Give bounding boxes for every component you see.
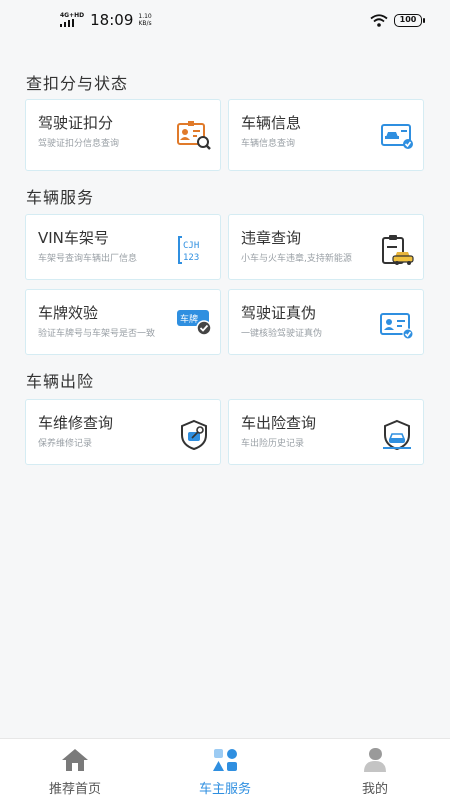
card-violation[interactable]: 违章查询 小车与火车违章,支持新能源 — [228, 214, 424, 280]
user-icon — [364, 748, 386, 772]
card-vehicle-info[interactable]: 车辆信息 车辆信息查询 — [228, 99, 424, 171]
card-plate-check[interactable]: 车牌效验 验证车牌号与车架号是否一致 车牌 — [25, 289, 221, 355]
section-title-points: 查扣分与状态 — [26, 74, 129, 93]
clipboard-car-icon — [382, 235, 414, 265]
id-card-search-icon — [177, 121, 211, 150]
card-claims[interactable]: 车出险查询 车出险历史记录 — [228, 399, 424, 465]
services-icon — [213, 749, 237, 771]
plate-check-icon: 车牌 — [177, 310, 212, 336]
card-license-points[interactable]: 驾驶证扣分 驾驶证扣分信息查询 — [25, 99, 221, 171]
card-title: 车牌效验 — [38, 304, 99, 322]
card-title: 违章查询 — [241, 229, 302, 247]
card-vin[interactable]: VIN车架号 车架号查询车辆出厂信息 CJH 123 — [25, 214, 221, 280]
card-desc: 车辆信息查询 — [241, 139, 296, 149]
bottom-nav: 推荐首页 车主服务 我的 — [0, 738, 450, 800]
card-title: 车维修查询 — [38, 414, 114, 432]
card-desc: 一键核验驾驶证真伪 — [241, 329, 323, 339]
shield-car-icon — [383, 419, 411, 451]
license-verify-icon — [380, 313, 414, 340]
battery-icon: 100 — [394, 13, 425, 27]
nav-label: 推荐首页 — [48, 782, 101, 797]
card-title: 车出险查询 — [241, 414, 317, 432]
section-title-insurance: 车辆出险 — [26, 372, 95, 391]
wifi-icon — [370, 13, 388, 27]
card-desc: 驾驶证扣分信息查询 — [38, 139, 120, 149]
home-icon — [62, 749, 88, 771]
svg-text:123: 123 — [183, 253, 199, 263]
card-title: 驾驶证扣分 — [38, 114, 114, 132]
nav-services[interactable]: 车主服务 — [150, 739, 300, 800]
nav-home[interactable]: 推荐首页 — [0, 739, 150, 800]
card-title: 驾驶证真伪 — [241, 304, 317, 322]
card-desc: 保养维修记录 — [38, 439, 93, 449]
svg-text:CJH: CJH — [183, 241, 199, 251]
card-license-auth[interactable]: 驾驶证真伪 一键核验驾驶证真伪 — [228, 289, 424, 355]
card-title: VIN车架号 — [38, 229, 109, 247]
network-speed: 1.10 KB/s — [138, 13, 152, 27]
vehicle-card-icon — [381, 124, 413, 149]
card-desc: 小车与火车违章,支持新能源 — [241, 254, 352, 264]
card-repair[interactable]: 车维修查询 保养维修记录 — [25, 399, 221, 465]
signal-icon: 4G+HD — [60, 13, 84, 27]
card-desc: 验证车牌号与车架号是否一致 — [38, 329, 156, 339]
card-desc: 车架号查询车辆出厂信息 — [38, 254, 138, 264]
nav-profile[interactable]: 我的 — [300, 739, 450, 800]
nav-label: 我的 — [361, 782, 388, 797]
clock: 18:09 — [90, 11, 134, 29]
section-title-vehicle: 车辆服务 — [26, 188, 95, 207]
status-bar: 4G+HD 18:09 1.10 KB/s 100 — [0, 0, 450, 40]
card-desc: 车出险历史记录 — [241, 439, 305, 449]
shield-repair-icon — [181, 419, 207, 451]
nav-label: 车主服务 — [198, 782, 251, 797]
card-title: 车辆信息 — [241, 114, 302, 132]
svg-text:车牌: 车牌 — [180, 313, 198, 325]
vin-code-icon: CJH 123 — [178, 236, 199, 264]
